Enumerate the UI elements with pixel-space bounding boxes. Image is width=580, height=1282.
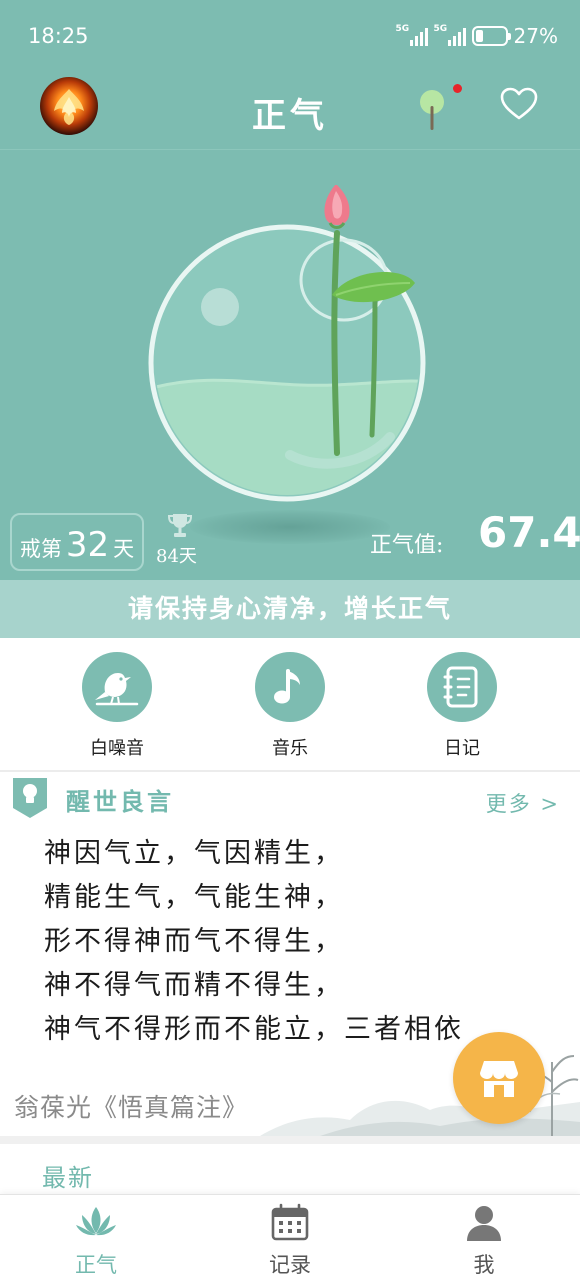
slogan-banner: 请保持身心清净，增长正气	[0, 580, 580, 638]
lotus-icon	[76, 1207, 116, 1236]
trophy-icon	[168, 514, 192, 537]
shop-icon	[480, 1061, 518, 1097]
more-link[interactable]: 更多 >	[486, 788, 560, 818]
music-button[interactable]: 音乐	[230, 652, 350, 760]
tab-records[interactable]: 记录	[230, 1203, 350, 1279]
status-indicators: 5G 5G 27%	[396, 24, 558, 48]
lightbulb-icon	[13, 778, 47, 818]
bottom-tab-bar: 正气 记录 我	[0, 1194, 580, 1282]
status-time: 18:25	[28, 24, 89, 48]
quote-line: 神因气立，气因精生，	[44, 838, 344, 869]
tab-me[interactable]: 我	[424, 1203, 544, 1279]
quote-source: 翁葆光《悟真篇注》	[14, 1093, 249, 1122]
quote-line: 神不得气而精不得生，	[44, 970, 344, 1001]
quote-section-title: 醒世良言	[66, 787, 174, 816]
white-noise-label: 白噪音	[90, 738, 144, 759]
tab-label: 记录	[269, 1253, 311, 1277]
hero-panel: 戒第 32 天 84天 正气值: 67.4	[0, 150, 580, 580]
streak-count: 32	[65, 525, 110, 565]
battery-percent: 27%	[513, 24, 558, 48]
quote-text: 神因气立，气因精生， 精能生气，气能生神， 形不得神而气不得生， 神不得气而精不…	[44, 832, 580, 1052]
sim2-label: 5G	[433, 24, 448, 34]
streak-prefix: 戒第	[19, 537, 62, 561]
diary-label: 日记	[444, 738, 480, 759]
section-divider	[0, 1136, 580, 1144]
shop-button[interactable]	[453, 1032, 545, 1124]
record-days: 84天	[156, 546, 197, 567]
signal-icon: 5G	[395, 24, 428, 46]
notification-dot	[453, 84, 462, 93]
tree-icon[interactable]	[418, 88, 446, 132]
page-title: 正气	[252, 96, 328, 136]
quote-line: 精能生气，气能生神，	[44, 882, 344, 913]
app-header: 正气	[0, 74, 580, 150]
tab-label: 我	[473, 1253, 495, 1277]
quick-actions: 白噪音 音乐 日记	[0, 638, 580, 772]
streak-days-box: 戒第 32 天	[10, 513, 144, 571]
battery-icon	[471, 26, 511, 46]
heart-icon[interactable]	[500, 87, 538, 121]
quote-line: 形不得神而气不得生，	[44, 926, 344, 957]
calendar-icon	[271, 1203, 309, 1241]
tab-zhengqi[interactable]: 正气	[36, 1203, 156, 1279]
music-label: 音乐	[272, 738, 308, 759]
latest-title: 最新	[42, 1164, 94, 1192]
lotus-bowl-illustration	[148, 185, 426, 502]
zhengqi-label: 正气值:	[370, 533, 444, 558]
music-note-icon	[255, 652, 325, 722]
diary-button[interactable]: 日记	[402, 652, 522, 760]
white-noise-button[interactable]: 白噪音	[57, 652, 177, 760]
zhengqi-value: 67.4	[478, 508, 580, 557]
latest-section: 最新	[0, 1144, 580, 1194]
notebook-icon	[427, 652, 497, 722]
streak-suffix: 天	[113, 537, 135, 561]
sim1-label: 5G	[395, 24, 410, 34]
user-icon	[467, 1206, 501, 1241]
bird-icon	[82, 652, 152, 722]
tab-label: 正气	[75, 1253, 117, 1277]
status-bar: 18:25 5G 5G 27%	[0, 0, 580, 74]
signal-icon: 5G	[433, 24, 466, 46]
